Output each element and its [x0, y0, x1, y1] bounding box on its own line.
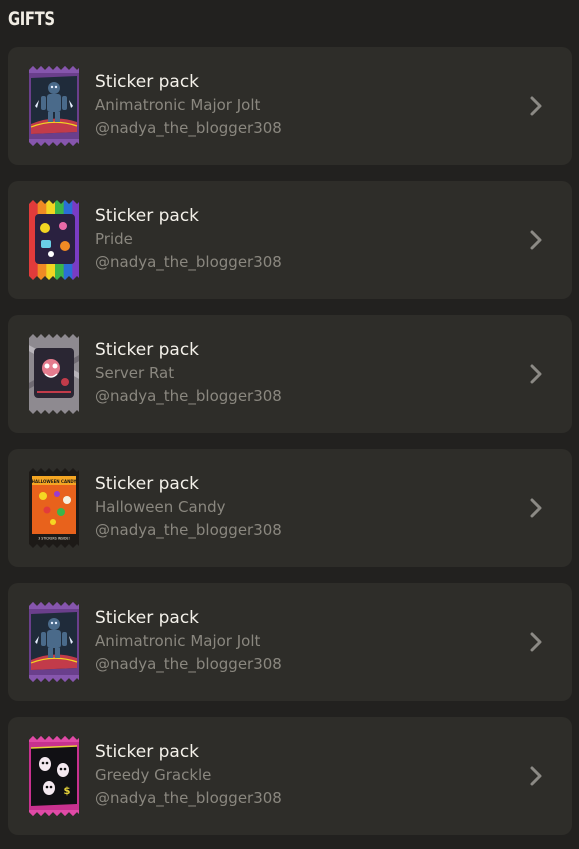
gift-sender: @nadya_the_blogger308 [95, 655, 282, 673]
gift-text: Sticker pack Server Rat @nadya_the_blogger… [95, 339, 495, 408]
sticker-pack-graphic [29, 334, 79, 414]
gift-title: Sticker pack [95, 474, 200, 494]
gift-sender: @nadya_the_blogger308 [95, 521, 282, 539]
section-title: GIFTS [8, 8, 55, 30]
gift-card[interactable]: $ Sticker pack Greedy Grackle @nadya_the_b… [8, 717, 572, 835]
sticker-pack-image [27, 200, 81, 280]
sticker-pack-image [27, 602, 81, 682]
gift-title: Sticker pack [95, 206, 200, 226]
sticker-pack-graphic [29, 200, 79, 280]
sticker-pack-image [27, 334, 81, 414]
gift-title: Sticker pack [95, 742, 200, 762]
gift-sender: @nadya_the_blogger308 [95, 789, 282, 807]
chevron-right-icon[interactable] [525, 363, 547, 385]
gift-title: Sticker pack [95, 608, 200, 628]
gift-sender: @nadya_the_blogger308 [95, 253, 282, 271]
gift-pack-name: Server Rat [95, 364, 175, 382]
sticker-pack-graphic: $ [29, 736, 79, 816]
chevron-right-icon[interactable] [525, 765, 547, 787]
sticker-pack-image [27, 66, 81, 146]
gift-text: Sticker pack Animatronic Major Jolt @nadya… [95, 71, 495, 140]
gift-pack-name: Pride [95, 230, 133, 248]
svg-text:HALLOWEEN CANDY: HALLOWEEN CANDY [32, 479, 77, 484]
gifts-page: GIFTS Sticker pack Animatronic Major Jolt [0, 0, 579, 849]
chevron-right-icon[interactable] [525, 497, 547, 519]
sticker-pack-graphic: HALLOWEEN CANDY 3 STICKERS INSIDE! [29, 468, 79, 548]
svg-text:3 STICKERS INSIDE!: 3 STICKERS INSIDE! [38, 537, 70, 541]
gift-card[interactable]: HALLOWEEN CANDY 3 STICKERS INSIDE! Stick… [8, 449, 572, 567]
gift-pack-name: Animatronic Major Jolt [95, 632, 261, 650]
sticker-pack-graphic [29, 66, 79, 146]
gift-sender: @nadya_the_blogger308 [95, 387, 282, 405]
gift-card[interactable]: Sticker pack Pride @nadya_the_blogger308 [8, 181, 572, 299]
gift-card[interactable]: Sticker pack Animatronic Major Jolt @nadya… [8, 583, 572, 701]
gift-title: Sticker pack [95, 72, 200, 92]
gift-text: Sticker pack Halloween Candy @nadya_the_bl… [95, 473, 495, 542]
sticker-pack-graphic [29, 602, 79, 682]
gift-pack-name: Halloween Candy [95, 498, 226, 516]
chevron-right-icon[interactable] [525, 95, 547, 117]
chevron-right-icon[interactable] [525, 631, 547, 653]
gift-text: Sticker pack Animatronic Major Jolt @nadya… [95, 607, 495, 676]
gift-list: Sticker pack Animatronic Major Jolt @nadya… [8, 47, 572, 849]
gift-text: Sticker pack Pride @nadya_the_blogger308 [95, 205, 495, 274]
chevron-right-icon[interactable] [525, 229, 547, 251]
gift-text: Sticker pack Greedy Grackle @nadya_the_blo… [95, 741, 495, 810]
gift-title: Sticker pack [95, 340, 200, 360]
gift-pack-name: Animatronic Major Jolt [95, 96, 261, 114]
gift-card[interactable]: Sticker pack Animatronic Major Jolt @nadya… [8, 47, 572, 165]
sticker-pack-image: HALLOWEEN CANDY 3 STICKERS INSIDE! [27, 468, 81, 548]
gift-card[interactable]: Sticker pack Server Rat @nadya_the_blogger… [8, 315, 572, 433]
sticker-pack-image: $ [27, 736, 81, 816]
gift-pack-name: Greedy Grackle [95, 766, 212, 784]
gift-sender: @nadya_the_blogger308 [95, 119, 282, 137]
svg-text:$: $ [64, 786, 71, 797]
